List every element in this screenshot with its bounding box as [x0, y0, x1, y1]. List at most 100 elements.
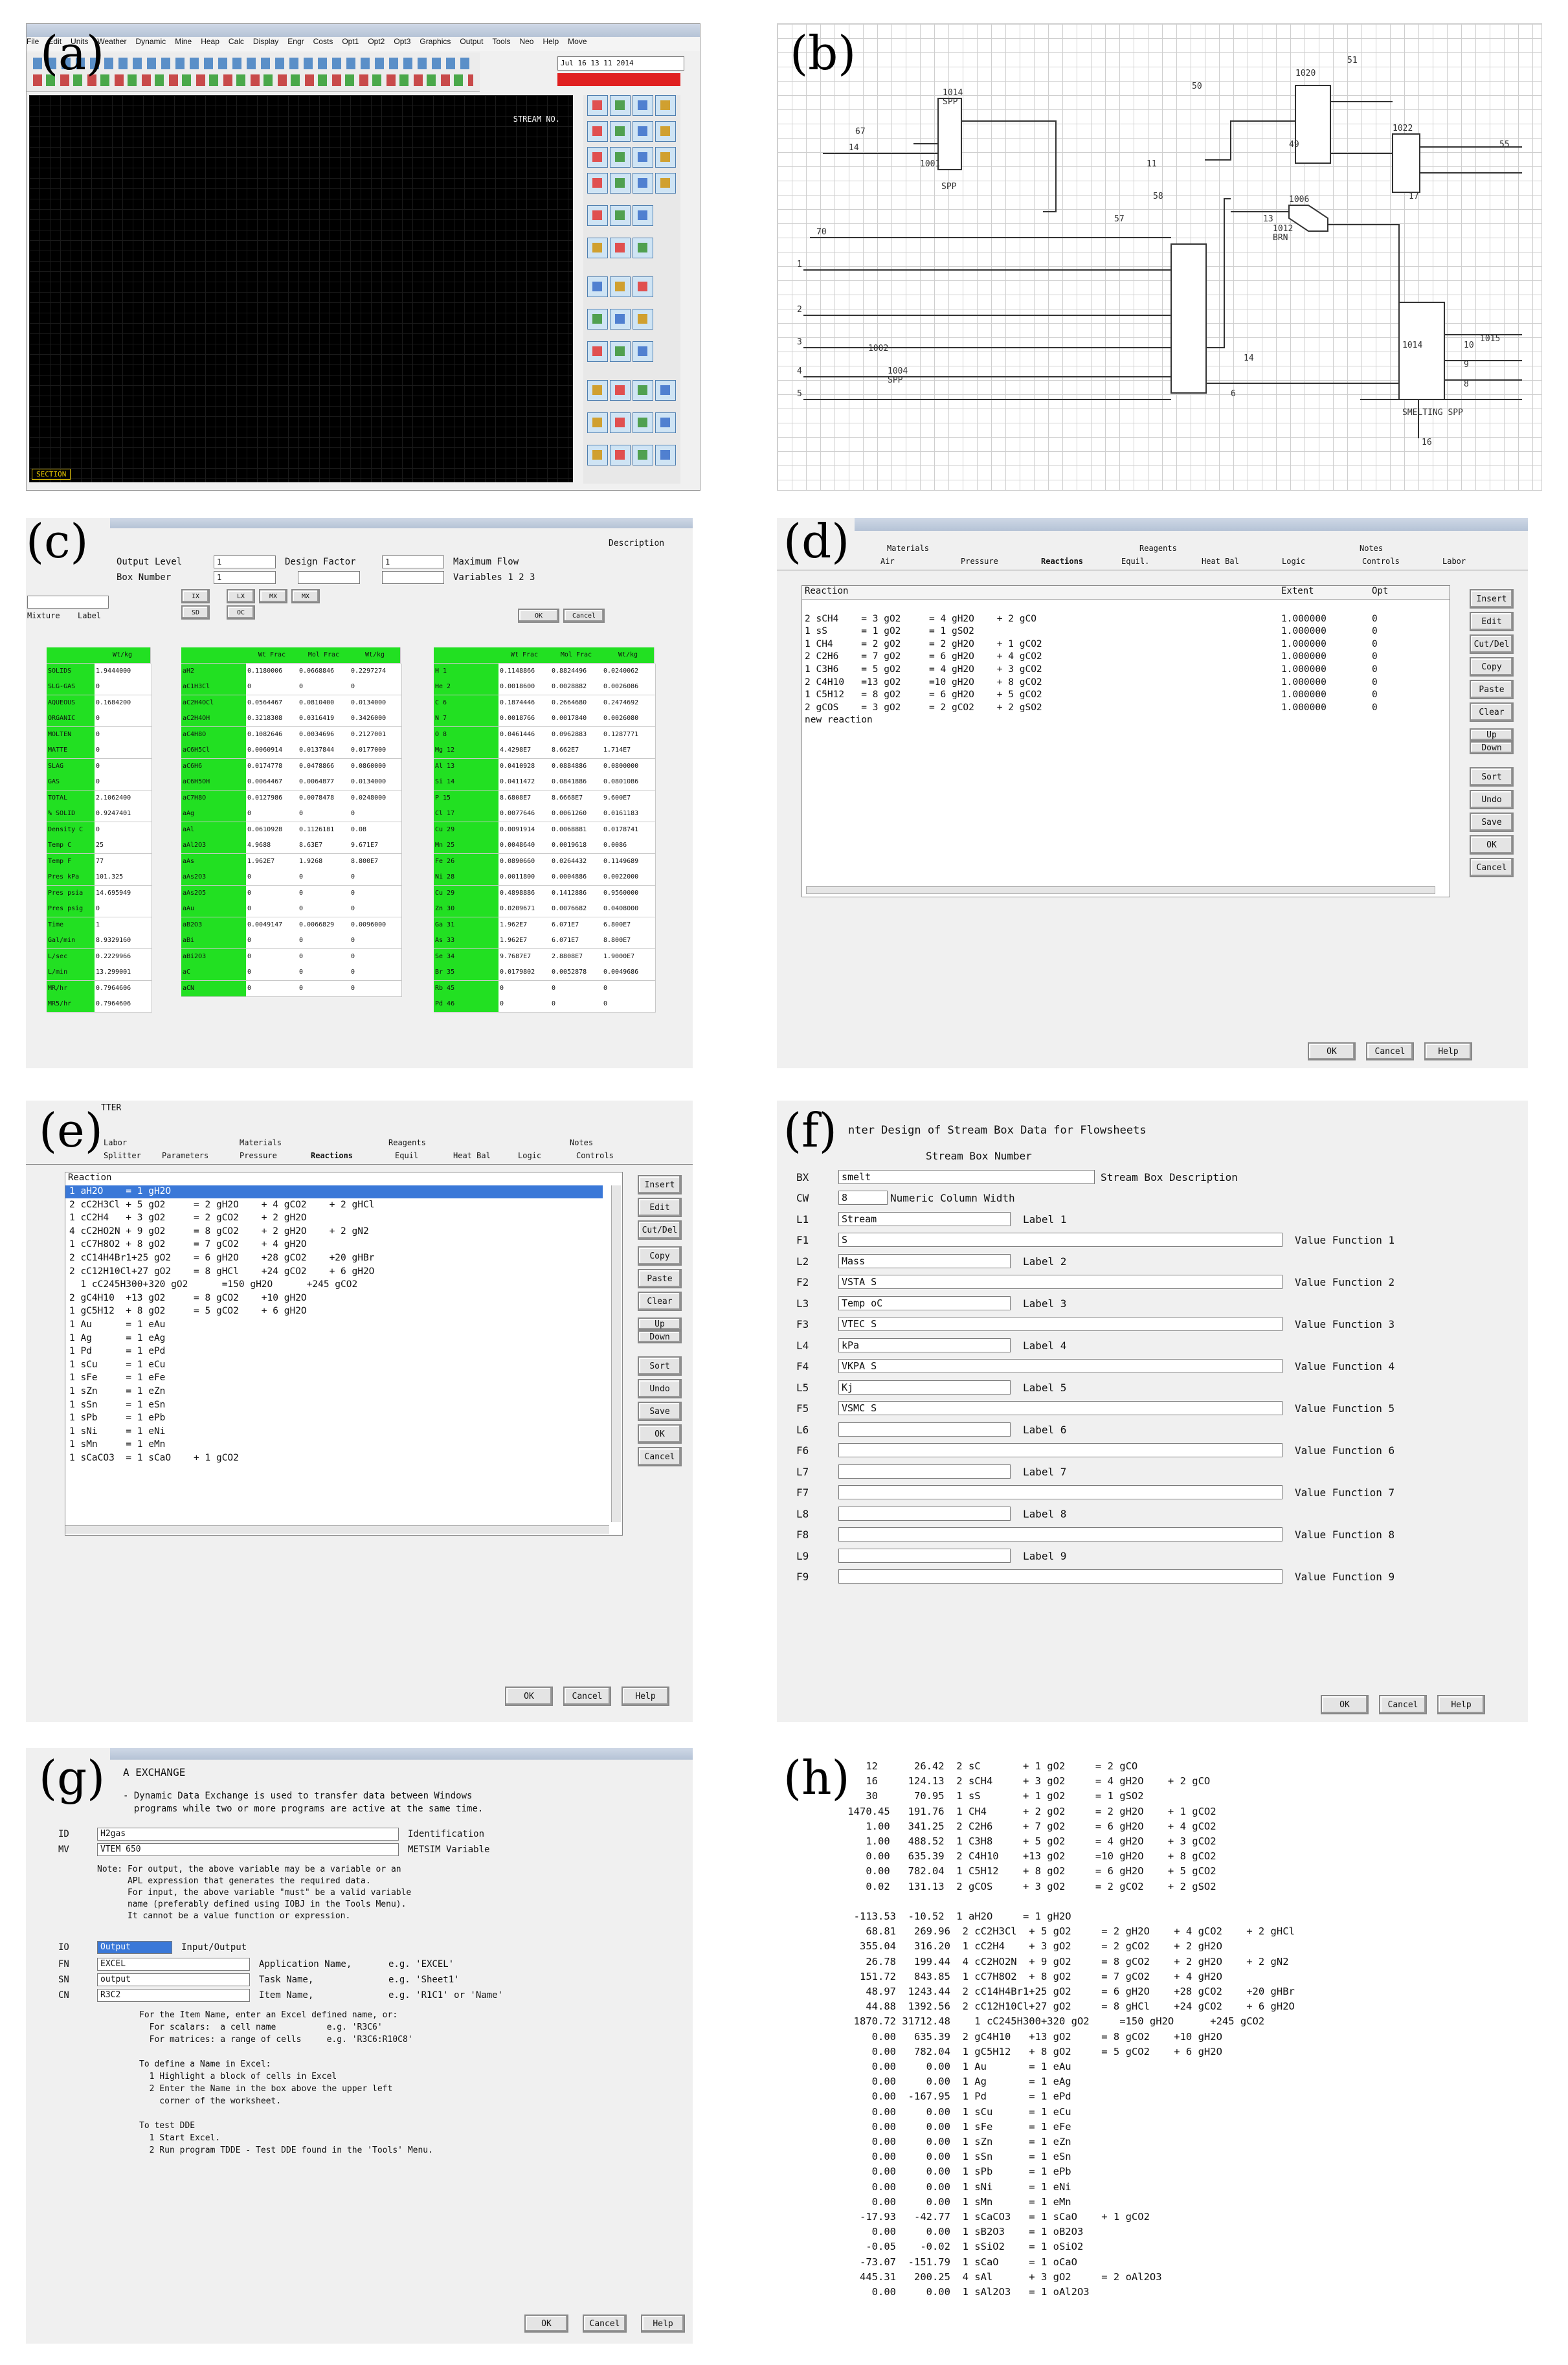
- species-value[interactable]: 0.0137844: [298, 743, 352, 759]
- button-paste[interactable]: Paste: [1470, 680, 1514, 699]
- button-cancel[interactable]: Cancel: [563, 609, 605, 623]
- species-value[interactable]: 0.0860000: [350, 758, 402, 775]
- menu-item-neo[interactable]: Neo: [519, 37, 533, 46]
- label-value-field[interactable]: [838, 1506, 1011, 1521]
- species-value[interactable]: 0: [298, 901, 352, 917]
- tool-button[interactable]: [633, 276, 653, 297]
- col1-row-value[interactable]: 0.9247401: [95, 806, 152, 822]
- species-value[interactable]: 0: [246, 933, 300, 949]
- tool-button[interactable]: [587, 341, 608, 362]
- tool-button[interactable]: [587, 238, 608, 258]
- species-value[interactable]: 0: [298, 980, 352, 997]
- reaction-row[interactable]: 1 sSn = 1 eSn: [65, 1399, 603, 1412]
- tab-equil[interactable]: Equil.: [1121, 557, 1149, 566]
- element-value[interactable]: 0.0890660: [498, 853, 552, 870]
- reaction-row[interactable]: 2 cC2H3Cl + 5 gO2 = 2 gH2O + 4 gCO2 + 2 …: [65, 1199, 603, 1212]
- menu-item-opt2[interactable]: Opt2: [368, 37, 385, 46]
- species-value[interactable]: 0: [350, 885, 402, 902]
- field-value[interactable]: VTEM 650: [97, 1843, 399, 1856]
- field-value[interactable]: R3C2: [97, 1989, 250, 2002]
- menu-item-opt1[interactable]: Opt1: [342, 37, 359, 46]
- tab-logic[interactable]: Logic: [518, 1151, 541, 1160]
- button-help[interactable]: Help: [641, 2315, 685, 2333]
- element-value[interactable]: 9.7687E7: [498, 948, 552, 965]
- element-value[interactable]: 8.6668E7: [550, 790, 604, 807]
- tool-button[interactable]: [633, 147, 653, 168]
- element-value[interactable]: 8.662E7: [550, 743, 604, 759]
- species-value[interactable]: 0: [246, 980, 300, 997]
- col1-row-value[interactable]: 0: [95, 822, 152, 838]
- element-value[interactable]: 0.2664680: [550, 695, 604, 712]
- tool-button[interactable]: [587, 147, 608, 168]
- button-cancel[interactable]: Cancel: [1366, 1042, 1414, 1060]
- species-value[interactable]: 0: [350, 901, 402, 917]
- element-value[interactable]: 1.962E7: [498, 917, 552, 934]
- element-value[interactable]: 0.0022000: [602, 869, 656, 886]
- species-value[interactable]: 0.0060914: [246, 743, 300, 759]
- button-save[interactable]: Save: [638, 1402, 682, 1421]
- label-value-field[interactable]: Kj: [838, 1380, 1011, 1395]
- species-value[interactable]: 0: [246, 679, 300, 695]
- tool-button[interactable]: [633, 380, 653, 401]
- tool-button[interactable]: [633, 121, 653, 142]
- species-value[interactable]: 0.0478866: [298, 758, 352, 775]
- reaction-row[interactable]: 1 aH2O = 1 gH2O: [65, 1185, 603, 1198]
- tool-button[interactable]: [633, 173, 653, 194]
- label-value-field[interactable]: kPa: [838, 1338, 1011, 1352]
- button-insert[interactable]: Insert: [638, 1175, 682, 1194]
- menu-item-output[interactable]: Output: [460, 37, 483, 46]
- reaction-row[interactable]: 1 cC7H8O2 + 8 gO2 = 7 gCO2 + 4 gH2O: [65, 1239, 603, 1251]
- button-cut-del[interactable]: Cut/Del: [1470, 634, 1514, 654]
- species-value[interactable]: 0.3426000: [350, 711, 402, 727]
- tab-labor[interactable]: Labor: [1442, 557, 1466, 566]
- species-value[interactable]: 0: [246, 901, 300, 917]
- tool-button[interactable]: [587, 95, 608, 116]
- menu-item-opt3[interactable]: Opt3: [394, 37, 410, 46]
- menu-item-calc[interactable]: Calc: [229, 37, 244, 46]
- species-value[interactable]: 0: [298, 806, 352, 822]
- tab-controls[interactable]: Controls: [1362, 557, 1400, 566]
- io-select[interactable]: Output: [97, 1941, 172, 1954]
- element-value[interactable]: 0.0028882: [550, 679, 604, 695]
- species-value[interactable]: 0: [350, 679, 402, 695]
- col1-row-value[interactable]: 0.7964606: [95, 996, 152, 1013]
- reaction-row[interactable]: 1 gC5H12 + 8 gO2 = 5 gCO2 + 6 gH2O: [65, 1305, 603, 1318]
- button-edit[interactable]: Edit: [638, 1198, 682, 1217]
- function-value-field[interactable]: VSTA S: [838, 1275, 1282, 1289]
- species-value[interactable]: 0.1082646: [246, 726, 300, 743]
- element-value[interactable]: 0.0018766: [498, 711, 552, 727]
- species-value[interactable]: 0: [350, 980, 402, 997]
- button-undo[interactable]: Undo: [1470, 790, 1514, 809]
- tool-button[interactable]: [610, 412, 631, 433]
- unit-box-1014-top[interactable]: [937, 98, 962, 170]
- element-value[interactable]: 0.0411472: [498, 774, 552, 790]
- function-value-field[interactable]: [838, 1569, 1282, 1584]
- species-value[interactable]: 0: [298, 965, 352, 981]
- species-value[interactable]: 0.0064467: [246, 774, 300, 790]
- element-value[interactable]: 0.0841886: [550, 774, 604, 790]
- col1-row-value[interactable]: 25: [95, 838, 152, 854]
- menu-item-engr[interactable]: Engr: [287, 37, 304, 46]
- unit-box-1020[interactable]: [1295, 85, 1331, 164]
- species-value[interactable]: 0.0034696: [298, 726, 352, 743]
- tool-button[interactable]: [655, 380, 676, 401]
- element-value[interactable]: 1.9000E7: [602, 948, 656, 965]
- col1-row-value[interactable]: 1: [95, 917, 152, 934]
- button-undo[interactable]: Undo: [638, 1379, 682, 1398]
- reaction-row[interactable]: 1 Au = 1 eAu: [65, 1319, 603, 1332]
- tool-button[interactable]: [655, 445, 676, 465]
- tab-reactions[interactable]: Reactions: [1041, 557, 1083, 566]
- element-value[interactable]: 0.0410928: [498, 758, 552, 775]
- menu-item-display[interactable]: Display: [253, 37, 278, 46]
- reaction-row[interactable]: 2 cC14H4Br1+25 gO2 = 6 gH2O +28 gCO2 +20…: [65, 1252, 603, 1265]
- button-cancel[interactable]: Cancel: [1470, 858, 1514, 877]
- species-value[interactable]: 0: [350, 806, 402, 822]
- element-value[interactable]: 0.0049686: [602, 965, 656, 981]
- button-sort[interactable]: Sort: [638, 1356, 682, 1376]
- species-value[interactable]: 0.0049147: [246, 917, 300, 934]
- reaction-row[interactable]: 1 Pd = 1 ePd: [65, 1345, 603, 1358]
- element-value[interactable]: 6.071E7: [550, 917, 604, 934]
- button-ok[interactable]: OK: [1308, 1042, 1356, 1060]
- element-value[interactable]: 0.0461446: [498, 726, 552, 743]
- blank-field-1[interactable]: [298, 571, 360, 584]
